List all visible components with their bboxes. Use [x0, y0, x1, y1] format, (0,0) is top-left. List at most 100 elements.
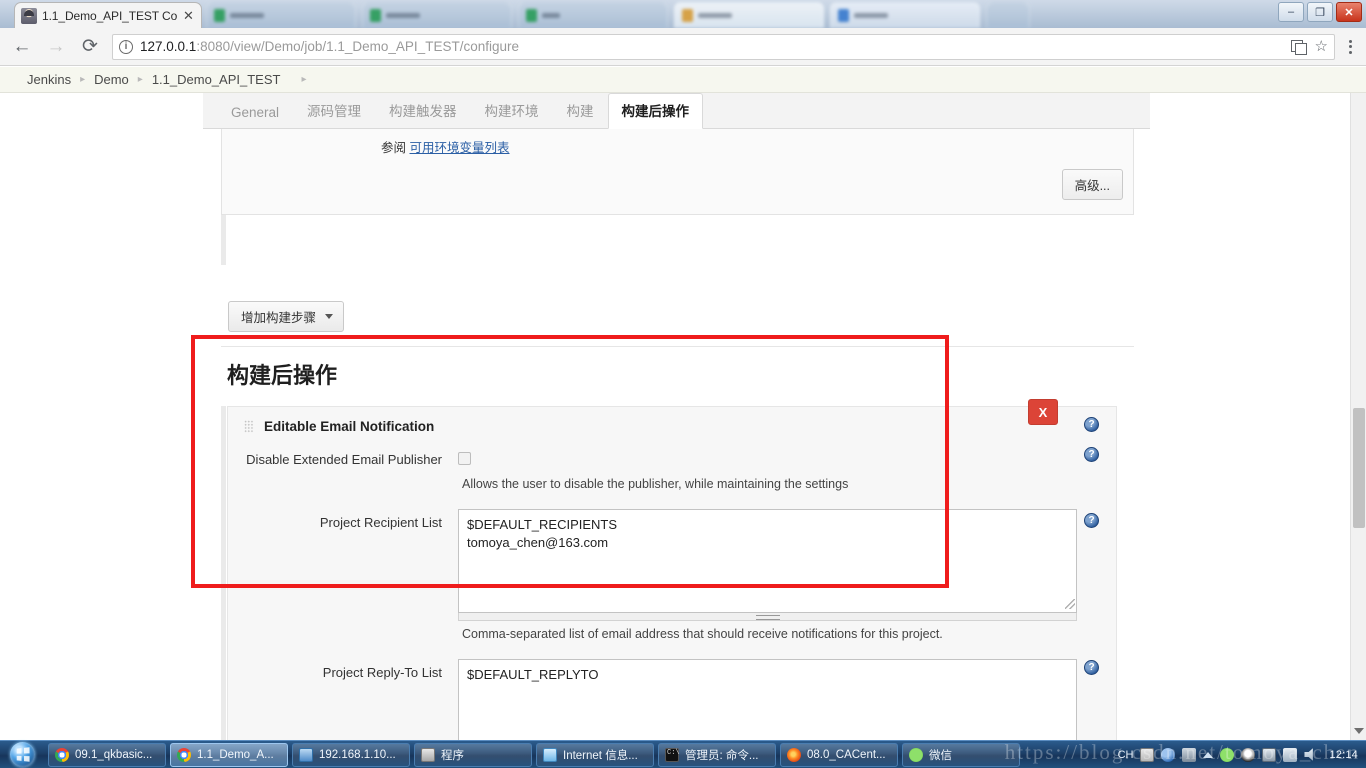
background-tab[interactable]	[674, 2, 824, 28]
scroll-down-icon[interactable]	[1354, 728, 1364, 734]
wechat-tray-icon[interactable]	[1220, 747, 1235, 762]
breadcrumb-item-jenkins[interactable]: Jenkins	[18, 72, 80, 87]
firefox-icon	[787, 747, 801, 762]
drag-handle-icon[interactable]	[244, 420, 254, 433]
window-restore-button[interactable]: ❐	[1307, 2, 1333, 22]
tab-favicon	[526, 9, 537, 22]
background-tab[interactable]	[362, 2, 512, 28]
volume-icon[interactable]	[1304, 748, 1313, 761]
disable-publisher-control	[458, 446, 1116, 465]
tab-build-triggers[interactable]: 构建触发器	[375, 93, 471, 128]
row-recipient-list: Project Recipient List Comma-separated l…	[228, 507, 1116, 657]
delete-publisher-button[interactable]: X	[1028, 399, 1058, 425]
taskbar-item[interactable]: 程序	[414, 742, 532, 767]
keyboard-icon[interactable]	[1140, 747, 1155, 762]
taskbar-item[interactable]: 微信	[902, 742, 1020, 767]
browser-toolbar: ← → ⟳ i 127.0.0.1:8080/view/Demo/job/1.1…	[0, 28, 1366, 66]
tab-general[interactable]: General	[217, 98, 293, 128]
tab-favicon	[838, 9, 849, 22]
start-button[interactable]	[0, 741, 44, 768]
address-bar[interactable]: i 127.0.0.1:8080/view/Demo/job/1.1_Demo_…	[112, 33, 1335, 60]
back-icon[interactable]: ←	[10, 35, 34, 59]
help-icon-recipient-list[interactable]: ?	[1084, 513, 1099, 528]
command-prompt-icon	[665, 747, 680, 762]
background-tab[interactable]	[518, 2, 668, 28]
bookmark-star-icon[interactable]: ☆	[1315, 39, 1328, 54]
url-host: 127.0.0.1	[140, 39, 197, 54]
taskbar-item-label: 09.1_qkbasic...	[75, 748, 153, 761]
recipient-list-resize-bar[interactable]	[458, 613, 1077, 621]
env-vars-link[interactable]: 可用环境变量列表	[410, 141, 510, 155]
taskbar-item[interactable]: 192.168.1.10...	[292, 742, 410, 767]
taskbar-item[interactable]: 08.0_CACent...	[780, 742, 898, 767]
site-info-icon[interactable]: i	[119, 39, 133, 54]
tab-build[interactable]: 构建	[553, 93, 608, 128]
display-tray-icon[interactable]	[1262, 747, 1277, 762]
show-hidden-icons-icon[interactable]	[1203, 751, 1214, 758]
recipient-list-label: Project Recipient List	[319, 515, 442, 530]
iis-icon	[543, 747, 557, 762]
disable-publisher-checkbox[interactable]	[458, 452, 471, 465]
active-tab[interactable]: 1.1_Demo_API_TEST Co ✕	[14, 2, 202, 28]
help-icon-reply-to-list[interactable]: ?	[1084, 660, 1099, 675]
taskbar-item[interactable]: Internet 信息...	[536, 742, 654, 767]
tab-post-build-actions[interactable]: 构建后操作	[607, 93, 704, 129]
window-minimize-button[interactable]: –	[1278, 2, 1304, 22]
breadcrumb-item-demo[interactable]: Demo	[85, 72, 138, 87]
close-icon[interactable]: ✕	[183, 9, 195, 22]
section-divider	[221, 346, 1134, 347]
reload-icon[interactable]: ⟳	[78, 35, 102, 59]
url-path: :8080/view/Demo/job/1.1_Demo_API_TEST/co…	[196, 39, 519, 54]
ime-indicator[interactable]: CH	[1118, 749, 1134, 761]
background-tab[interactable]	[830, 2, 980, 28]
add-build-step-button[interactable]: 增加构建步骤	[228, 301, 345, 332]
config-tab-bar: General 源码管理 构建触发器 构建环境 构建 构建后操作	[203, 93, 1150, 129]
taskbar-item-label: Internet 信息...	[563, 749, 638, 762]
omnibox-actions: ☆	[1290, 39, 1328, 55]
tab-scm[interactable]: 源码管理	[293, 93, 375, 128]
disable-publisher-description: Allows the user to disable the publisher…	[462, 477, 849, 491]
forward-icon[interactable]: →	[44, 35, 68, 59]
advanced-button[interactable]: 高级...	[1061, 169, 1123, 200]
background-tab[interactable]	[206, 2, 356, 28]
qq-tray-icon[interactable]	[1241, 747, 1256, 762]
translate-icon[interactable]	[1290, 39, 1307, 55]
tab-favicon	[682, 9, 693, 22]
tab-label-blur	[854, 13, 888, 18]
wechat-icon	[909, 747, 923, 762]
help-tray-icon[interactable]	[1161, 747, 1176, 762]
browser-tab-strip: 1.1_Demo_API_TEST Co ✕ – ❐ ✕	[0, 0, 1366, 28]
recipient-list-control: Comma-separated list of email address th…	[458, 509, 1116, 655]
row-disable-publisher-desc: Allows the user to disable the publisher…	[228, 469, 1116, 507]
taskbar-item-label: 微信	[929, 749, 952, 762]
window-close-button[interactable]: ✕	[1336, 2, 1362, 22]
jenkins-favicon	[21, 7, 37, 24]
clock[interactable]: 12:14	[1325, 749, 1358, 761]
recipient-list-input[interactable]	[458, 509, 1077, 613]
recipient-list-textarea-wrap	[458, 509, 1077, 613]
taskbar-items: 09.1_qkbasic... 1.1_Demo_A... 192.168.1.10…	[44, 742, 1118, 767]
recipient-list-description: Comma-separated list of email address th…	[462, 627, 943, 641]
taskbar-item[interactable]: 1.1_Demo_A...	[170, 742, 288, 767]
env-vars-note-prefix: 参阅	[381, 141, 407, 155]
taskbar-item[interactable]: 管理员: 命令...	[658, 742, 776, 767]
help-icon-publisher[interactable]: ?	[1084, 417, 1099, 432]
tab-favicon	[214, 9, 225, 22]
taskbar-item-label: 管理员: 命令...	[685, 749, 759, 762]
tab-build-environment[interactable]: 构建环境	[471, 93, 553, 128]
scrollbar-thumb[interactable]	[1353, 408, 1365, 528]
screen-root: 1.1_Demo_API_TEST Co ✕ – ❐ ✕ ← → ⟳ i 127…	[0, 0, 1366, 768]
taskbar-item-label: 1.1_Demo_A...	[197, 748, 274, 761]
background-tabs-blurred	[206, 2, 1238, 28]
chrome-menu-icon[interactable]	[1345, 39, 1356, 54]
breadcrumb-separator-trailing: ▸	[301, 74, 307, 85]
help-icon-disable[interactable]: ?	[1084, 447, 1099, 462]
taskbar-item[interactable]: 09.1_qkbasic...	[48, 742, 166, 767]
reply-to-list-label: Project Reply-To List	[322, 665, 442, 680]
network-tray-icon[interactable]	[1182, 747, 1197, 762]
new-tab-button[interactable]	[986, 2, 1030, 28]
page-scrollbar[interactable]	[1350, 93, 1366, 740]
network-error-icon[interactable]	[1283, 747, 1298, 762]
breadcrumb-item-job[interactable]: 1.1_Demo_API_TEST	[143, 72, 290, 87]
editable-email-notification-panel: Editable Email Notification Disable Exte…	[227, 399, 1117, 768]
